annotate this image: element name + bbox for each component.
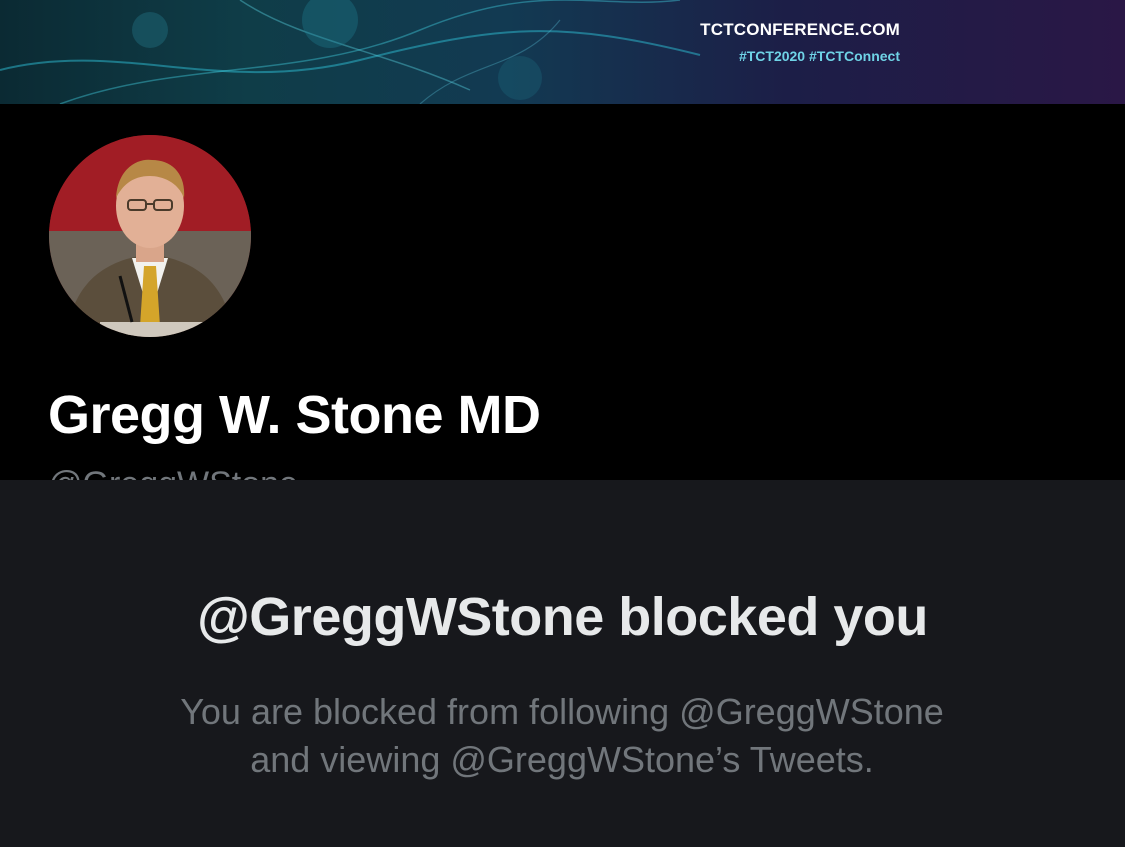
header-banner[interactable]: TCTCONFERENCE.COM #TCT2020 #TCTConnect	[0, 0, 1125, 104]
profile-avatar[interactable]	[40, 126, 260, 346]
profile-header: Gregg W. Stone MD @GreggWStone	[0, 104, 1125, 503]
display-name: Gregg W. Stone MD	[48, 385, 541, 445]
banner-hashtags: #TCT2020 #TCTConnect	[738, 48, 900, 64]
banner-artwork	[0, 0, 701, 104]
blocked-description: You are blocked from following @GreggWSt…	[62, 688, 1062, 784]
avatar-photo-icon	[49, 135, 251, 337]
blocked-title: @GreggWStone blocked you	[197, 587, 928, 647]
blocked-description-line-1: You are blocked from following @GreggWSt…	[180, 691, 944, 732]
banner-site-text: TCTCONFERENCE.COM	[700, 20, 900, 39]
blocked-message-panel: @GreggWStone blocked you You are blocked…	[0, 480, 1125, 847]
blocked-description-line-2: and viewing @GreggWStone’s Tweets.	[250, 739, 874, 780]
